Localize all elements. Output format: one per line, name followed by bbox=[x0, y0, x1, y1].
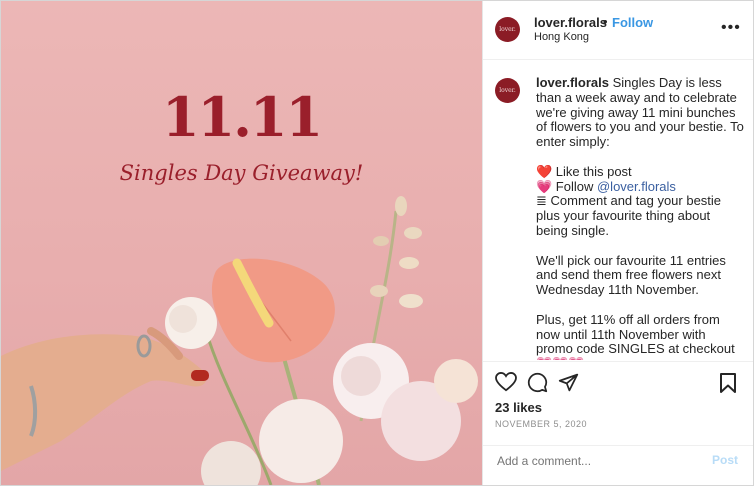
post-comment-button[interactable]: Post bbox=[712, 453, 738, 467]
flowers-illustration bbox=[1, 196, 478, 485]
comment-icon[interactable] bbox=[527, 372, 548, 393]
caption-username[interactable]: lover.florals bbox=[536, 75, 609, 90]
author-username[interactable]: lover.florals bbox=[534, 15, 607, 30]
caption-paragraph-pick: We'll pick our favourite 11 entries and … bbox=[536, 252, 730, 298]
caption-text: lover.florals Singles Day is less than a… bbox=[536, 75, 744, 360]
post-header: lover. lover.florals • Follow Hong Kong … bbox=[483, 1, 753, 60]
instagram-post: 11.11 Singles Day Giveaway! lover. lover… bbox=[0, 0, 754, 486]
post-date[interactable]: NOVEMBER 5, 2020 bbox=[495, 419, 587, 429]
comment-input[interactable] bbox=[495, 453, 699, 469]
post-subline: Singles Day Giveaway! bbox=[119, 161, 364, 185]
caption-step-comment: ≣ Comment and tag your bestie plus your … bbox=[536, 193, 725, 238]
bookmark-icon[interactable] bbox=[719, 372, 737, 394]
post-photo[interactable]: 11.11 Singles Day Giveaway! bbox=[1, 1, 482, 485]
post-side-panel: lover. lover.florals • Follow Hong Kong … bbox=[482, 1, 753, 485]
like-count[interactable]: 23 likes bbox=[495, 400, 542, 415]
location-link[interactable]: Hong Kong bbox=[534, 31, 589, 43]
post-headline: 11.11 bbox=[161, 85, 323, 149]
caption-paragraph-promo: Plus, get 11% off all orders from now un… bbox=[536, 311, 735, 360]
mention-link[interactable]: @lover.florals bbox=[597, 179, 676, 194]
more-horizontal-icon[interactable]: ••• bbox=[721, 19, 741, 37]
caption-section: lover. lover.florals Singles Day is less… bbox=[483, 60, 753, 360]
avatar[interactable]: lover. bbox=[495, 17, 520, 42]
follow-button[interactable]: Follow bbox=[612, 15, 653, 30]
caption-step-like: ❤️ Like this post bbox=[536, 163, 632, 179]
caption-avatar[interactable]: lover. bbox=[495, 78, 520, 103]
header-separator: • bbox=[603, 14, 608, 29]
heart-icon[interactable] bbox=[495, 372, 517, 392]
caption-step-follow: 💗 Follow bbox=[536, 178, 597, 194]
comment-box: Post bbox=[483, 445, 753, 485]
paper-plane-icon[interactable] bbox=[558, 372, 579, 393]
